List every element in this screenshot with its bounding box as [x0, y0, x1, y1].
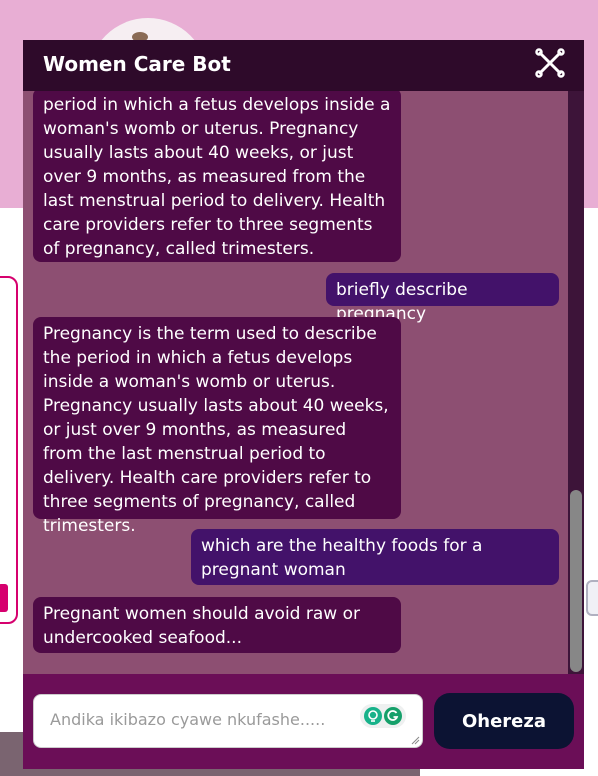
bulb-icon[interactable]: [364, 707, 382, 725]
scrollbar-thumb[interactable]: [570, 490, 582, 672]
message-input[interactable]: [48, 709, 342, 730]
send-button[interactable]: Ohereza: [434, 693, 574, 749]
chat-window: Women Care Bot period in which a fetus d…: [23, 40, 584, 769]
bot-message: Pregnant women should avoid raw or under…: [33, 597, 401, 653]
grammarly-widget[interactable]: [360, 704, 406, 728]
close-x-icon: [535, 48, 565, 78]
user-message: briefly describe pregnancy: [326, 273, 559, 324]
close-button[interactable]: [535, 48, 565, 78]
message-list[interactable]: period in which a fetus develops inside …: [23, 91, 584, 674]
bot-message: Pregnancy is the term used to describe t…: [33, 317, 401, 536]
input-area: Ohereza: [23, 674, 584, 769]
chat-header: Women Care Bot: [23, 40, 584, 91]
background-card: [0, 276, 18, 624]
chat-title: Women Care Bot: [43, 52, 231, 76]
resize-handle-icon[interactable]: [410, 735, 420, 745]
background-widget-icon: [586, 580, 598, 616]
bot-message: period in which a fetus develops inside …: [33, 91, 401, 262]
message-input-wrapper: [33, 694, 423, 748]
grammarly-g-icon[interactable]: [384, 707, 402, 725]
user-message: which are the healthy foods for a pregna…: [191, 529, 559, 585]
